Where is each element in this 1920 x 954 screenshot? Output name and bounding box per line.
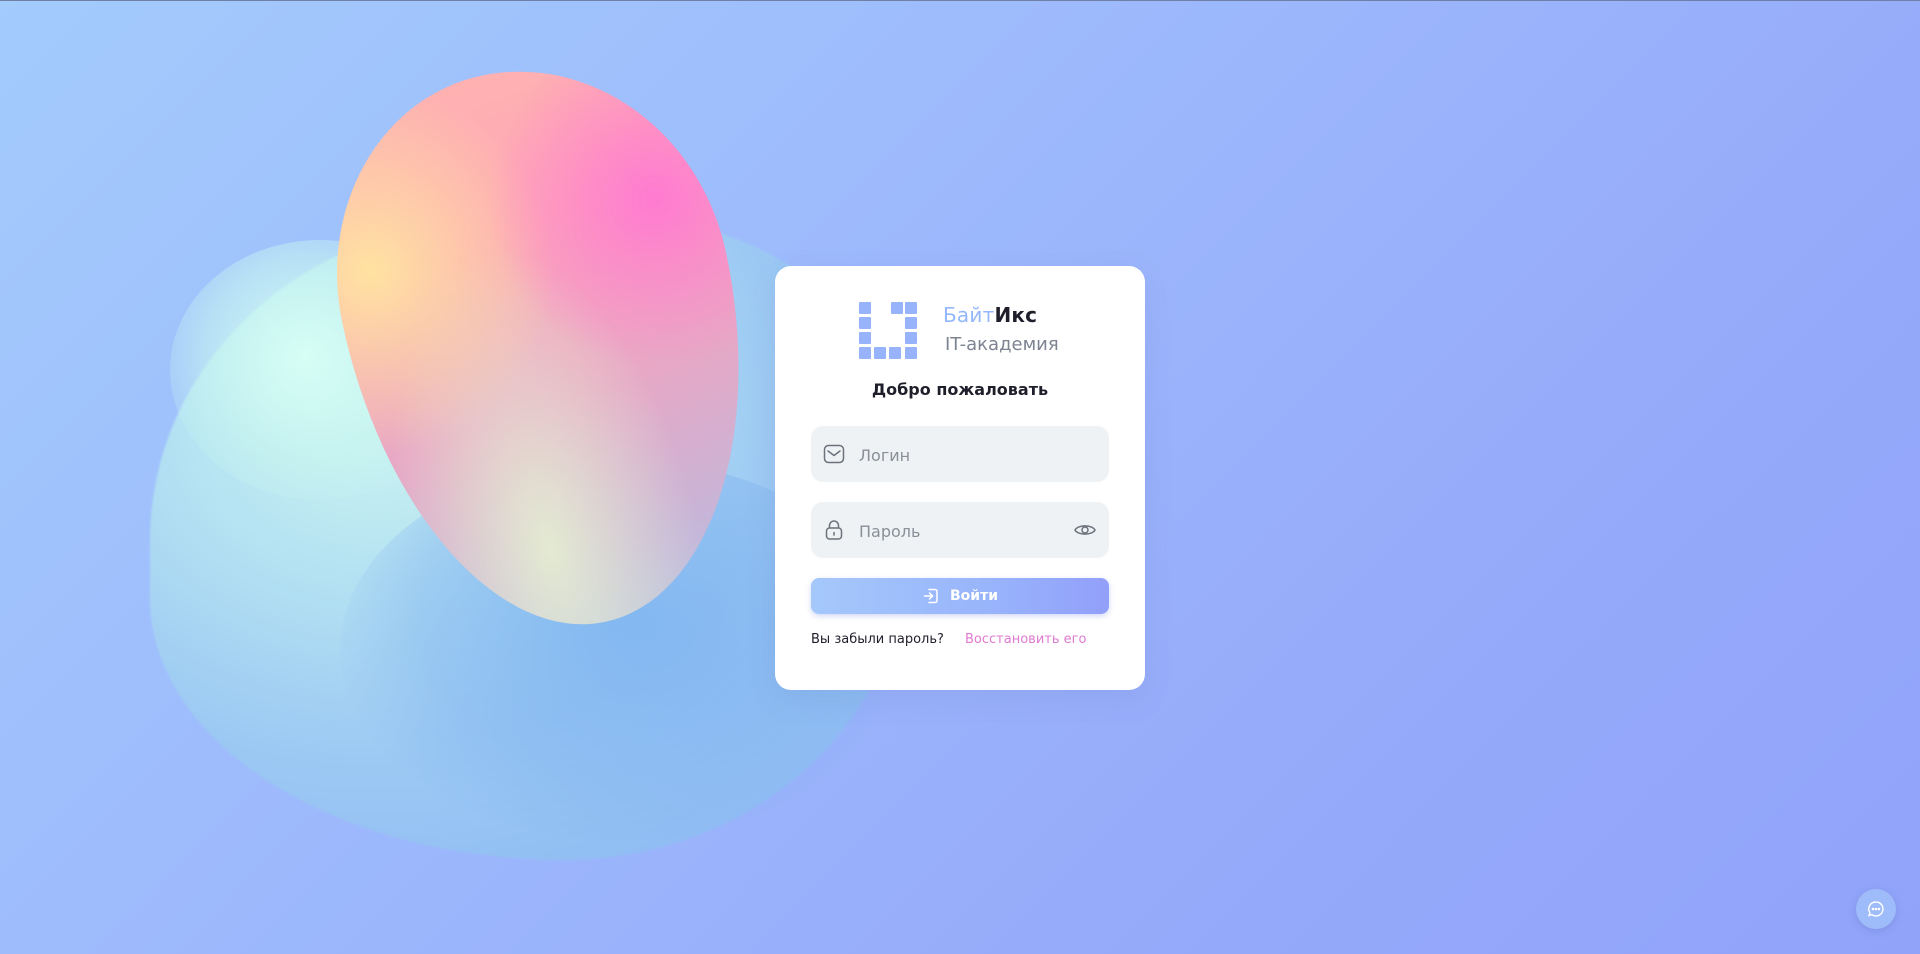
brand-name: БайтИкс [943,302,1037,328]
eye-icon[interactable] [1073,519,1097,541]
forgot-password-text: Вы забыли пароль? [811,632,944,647]
brand-name-part2: Икс [994,303,1038,327]
mail-icon [823,443,845,465]
restore-password-link[interactable]: Восстановить его [965,632,1086,647]
brand-logo-icon [859,302,919,362]
lock-icon [823,519,845,541]
chat-icon [1867,901,1884,917]
brand-name-part1: Байт [943,303,995,327]
login-field[interactable] [811,426,1109,484]
brand-subtitle: IT-академия [945,334,1059,355]
login-card: БайтИкс IT-академия Добро пожаловать Лог… [775,266,1145,690]
login-button-label: Войти [949,588,999,604]
login-input[interactable] [857,426,1061,484]
chat-button[interactable] [1856,889,1896,929]
password-input[interactable] [857,502,1061,560]
login-button[interactable]: Войти [811,578,1109,614]
login-arrow-icon [922,587,940,605]
password-field[interactable] [811,502,1109,560]
brand-header: БайтИкс IT-академия [859,302,1069,362]
welcome-heading: Добро пожаловать [871,380,1049,399]
